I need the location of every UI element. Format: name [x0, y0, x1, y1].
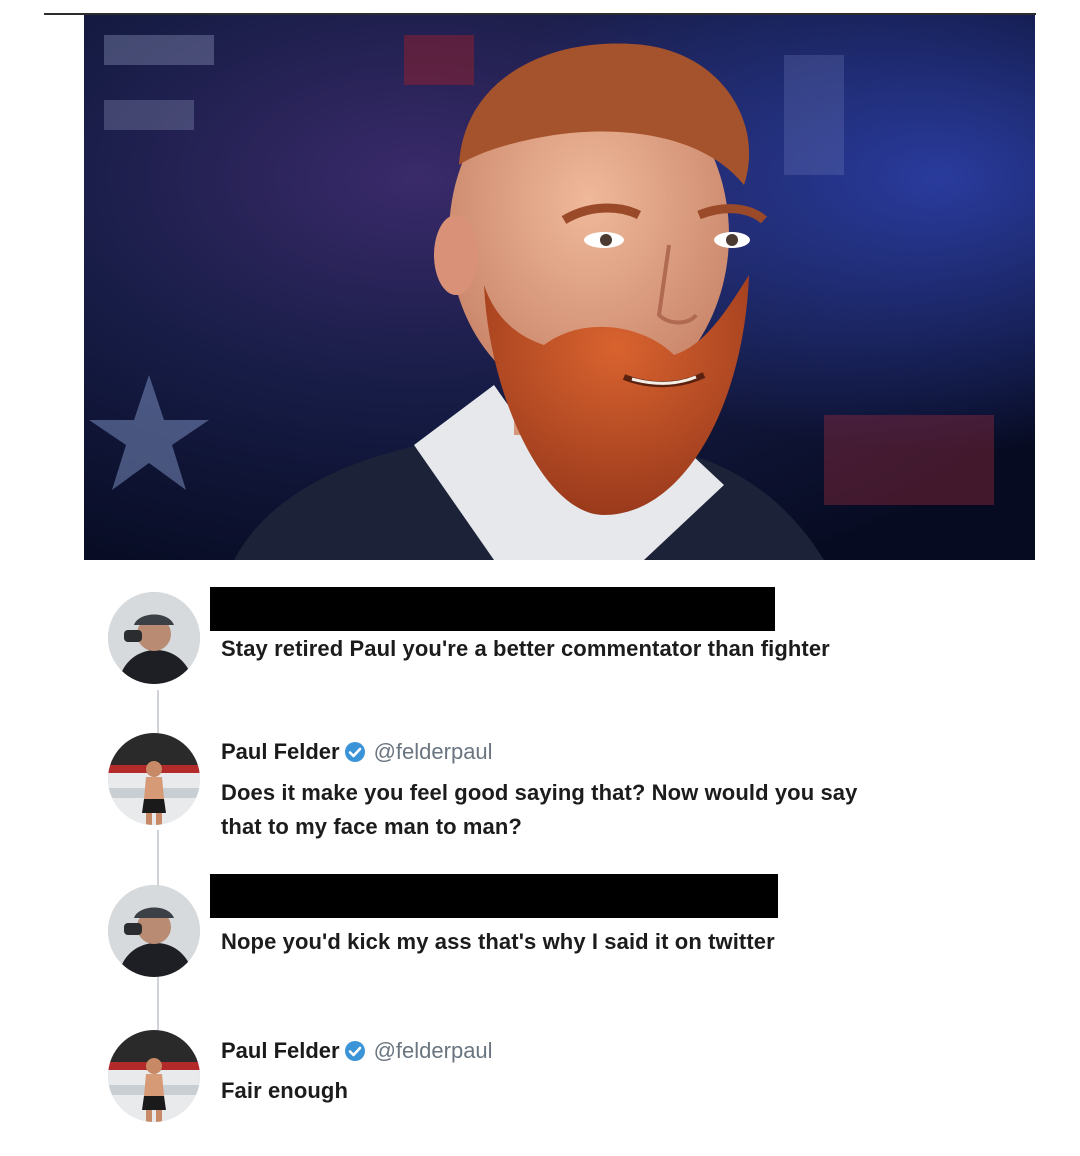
- paul-felder-avatar-icon[interactable]: [108, 1030, 200, 1122]
- tweet-header: Paul Felder @felderpaul: [221, 737, 493, 767]
- tweet-text: Fair enough: [221, 1078, 348, 1103]
- user-avatar-photo-icon[interactable]: [108, 885, 200, 977]
- tweet-text: Nope you'd kick my ass that's why I said…: [221, 929, 775, 954]
- tweet-header: Paul Felder @felderpaul: [221, 1036, 493, 1066]
- tweet-text-line: Does it make you feel good saying that? …: [221, 780, 858, 805]
- paul-felder-avatar-icon[interactable]: [108, 733, 200, 825]
- thread-line: [157, 690, 159, 738]
- tweet-text-line: that to my face man to man?: [221, 814, 522, 839]
- author-name[interactable]: Paul Felder: [221, 739, 340, 765]
- author-handle[interactable]: @felderpaul: [374, 739, 493, 765]
- thread-line: [157, 975, 159, 1035]
- redacted-username: [210, 587, 775, 631]
- header-photo: [84, 15, 1035, 560]
- redacted-username: [210, 874, 778, 918]
- tweet-text: Stay retired Paul you're a better commen…: [221, 636, 830, 661]
- verified-badge-icon: [344, 741, 366, 763]
- tweet-text: Does it make you feel good saying that? …: [221, 776, 1021, 844]
- thread-line: [157, 830, 159, 888]
- author-name[interactable]: Paul Felder: [221, 1038, 340, 1064]
- author-handle[interactable]: @felderpaul: [374, 1038, 493, 1064]
- user-avatar-photo-icon[interactable]: [108, 592, 200, 684]
- verified-badge-icon: [344, 1040, 366, 1062]
